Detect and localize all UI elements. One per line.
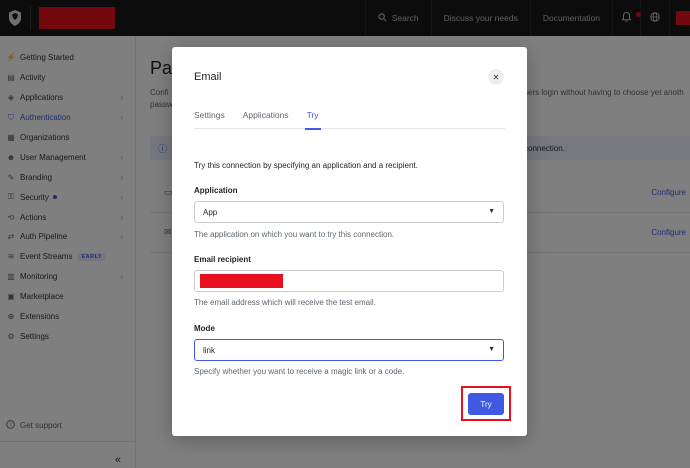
email-recipient-input[interactable] [194, 270, 504, 292]
mode-select-value: link [203, 345, 216, 355]
chevron-down-icon: ▼ [488, 208, 495, 215]
email-help: The email address which will receive the… [194, 298, 376, 307]
email-recipient-label: Email recipient [194, 255, 251, 264]
tab-try[interactable]: Try [304, 109, 321, 130]
application-select-value: App [203, 207, 218, 217]
tab-settings[interactable]: Settings [194, 109, 225, 129]
dialog-title: Email [194, 71, 222, 83]
try-intro-text: Try this connection by specifying an app… [194, 161, 418, 170]
application-label: Application [194, 186, 238, 195]
close-button[interactable]: ✕ [488, 69, 504, 85]
close-icon: ✕ [492, 72, 500, 82]
try-button[interactable]: Try [468, 393, 504, 415]
mode-help: Specify whether you want to receive a ma… [194, 367, 405, 376]
application-select[interactable]: App ▼ [194, 201, 504, 223]
chevron-down-icon: ▼ [488, 346, 495, 353]
mode-label: Mode [194, 324, 215, 333]
dialog-tabs: Settings Applications Try [194, 109, 505, 130]
email-redacted-value [200, 274, 283, 288]
tab-applications[interactable]: Applications [243, 109, 289, 129]
application-help: The application on which you want to try… [194, 230, 395, 239]
email-connection-dialog: Email ✕ Settings Applications Try Try th… [172, 47, 527, 436]
mode-select[interactable]: link ▼ [194, 339, 504, 361]
